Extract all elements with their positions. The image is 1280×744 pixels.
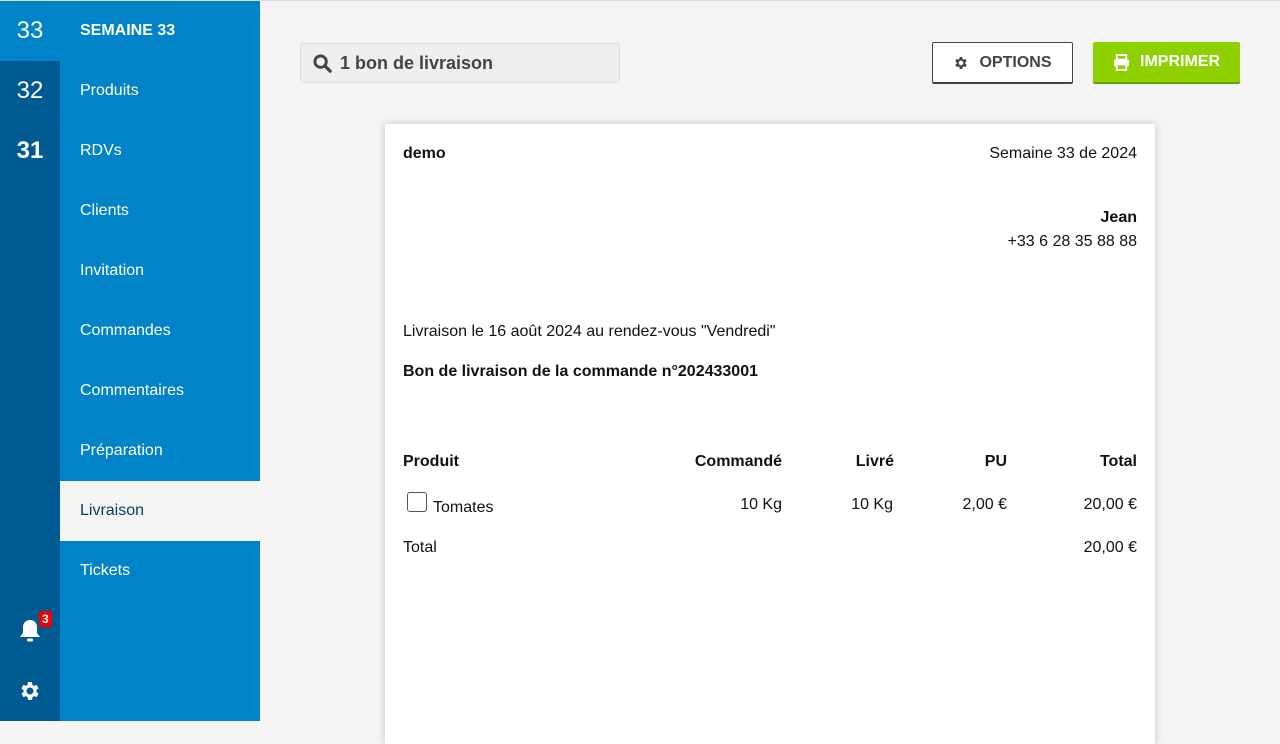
- total-label: Total: [403, 539, 437, 556]
- week-title: SEMAINE 33: [80, 22, 176, 39]
- sidebar-item-clients[interactable]: Clients: [60, 181, 260, 241]
- options-button[interactable]: OPTIONS: [932, 42, 1073, 84]
- delivery-note: demo Semaine 33 de 2024 Jean +33 6 28 35…: [385, 124, 1155, 744]
- sidebar-item-commandes[interactable]: Commandes: [60, 301, 260, 361]
- delivered-qty: 10 Kg: [851, 496, 893, 513]
- print-label: IMPRIMER: [1140, 53, 1220, 70]
- col-header-delivered: Livré: [855, 453, 894, 470]
- printer-icon: [1113, 53, 1130, 71]
- print-button[interactable]: IMPRIMER: [1093, 42, 1240, 84]
- delivery-info: Livraison le 16 août 2024 au rendez-vous…: [403, 323, 776, 340]
- notifications-button[interactable]: 3: [0, 601, 60, 661]
- ordered-qty: 10 Kg: [740, 496, 782, 513]
- unit-price: 2,00 €: [962, 496, 1007, 513]
- bell-icon: [20, 620, 40, 642]
- total-value: 20,00 €: [1083, 539, 1137, 556]
- sidebar-item-rdvs[interactable]: RDVs: [60, 121, 260, 181]
- col-header-ordered: Commandé: [694, 453, 782, 470]
- settings-button[interactable]: [0, 661, 60, 721]
- col-header-total: Total: [1099, 453, 1137, 470]
- row-total: 20,00 €: [1083, 496, 1137, 513]
- search-value: 1 bon de livraison: [340, 52, 494, 73]
- sidebar-item-invitation[interactable]: Invitation: [60, 241, 260, 301]
- order-title: Bon de livraison de la commande n°202433…: [403, 363, 758, 380]
- search-input[interactable]: 1 bon de livraison: [300, 43, 620, 83]
- sidebar-item-tickets[interactable]: Tickets: [60, 541, 260, 601]
- col-header-product: Produit: [403, 453, 459, 470]
- product-name: Tomates: [433, 499, 494, 517]
- sidebar-item-commentaires[interactable]: Commentaires: [60, 361, 260, 421]
- search-icon: [313, 53, 332, 73]
- col-header-unit-price: PU: [984, 453, 1007, 470]
- sidebar-menu: SEMAINE 33 Produits RDVs Clients Invitat…: [60, 1, 260, 721]
- table-row: Tomates: [407, 492, 493, 517]
- gear-icon: [21, 682, 39, 700]
- gear-icon: [955, 56, 968, 69]
- week-33[interactable]: 33: [0, 1, 60, 61]
- sidebar-item-preparation[interactable]: Préparation: [60, 421, 260, 481]
- week-31[interactable]: 31: [0, 121, 60, 181]
- week-label: Semaine 33 de 2024: [989, 145, 1137, 162]
- producer-name: demo: [403, 145, 446, 162]
- delivered-checkbox[interactable]: [407, 492, 427, 512]
- sidebar-item-livraison[interactable]: Livraison: [60, 481, 260, 541]
- week-selector: 33 32 31 3: [0, 1, 60, 721]
- client-name: Jean: [1100, 209, 1137, 226]
- sidebar-item-produits[interactable]: Produits: [60, 61, 260, 121]
- week-32[interactable]: 32: [0, 61, 60, 121]
- notification-badge: 3: [39, 611, 52, 627]
- client-phone: +33 6 28 35 88 88: [1007, 233, 1137, 250]
- options-label: OPTIONS: [979, 53, 1052, 71]
